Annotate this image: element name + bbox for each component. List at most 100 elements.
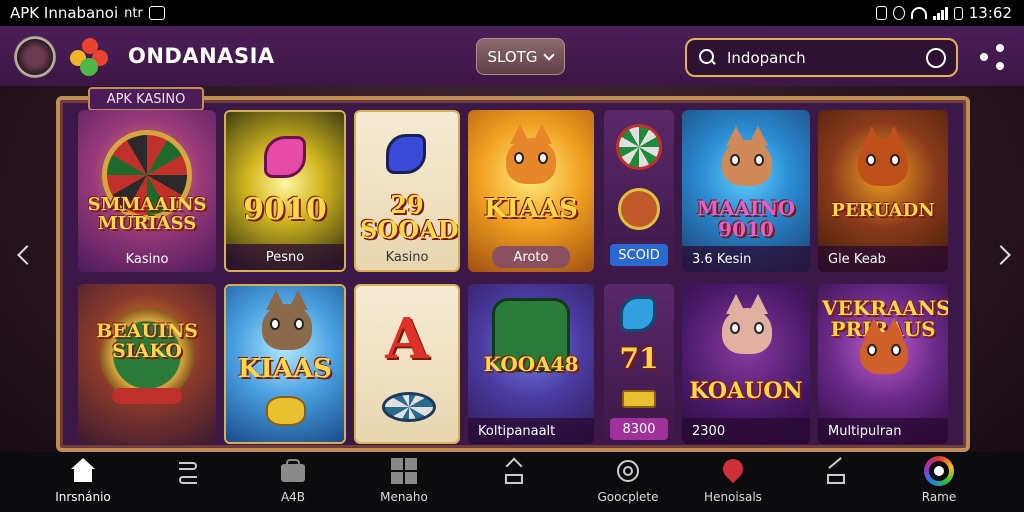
nav-forward[interactable] [781,452,891,512]
nav-home[interactable]: Inrsnánio [28,452,138,512]
frame-tab-label: APK KASINO [88,87,204,111]
grid-icon [391,458,417,484]
status-extra: ntr [124,5,143,21]
emblem-ribbon [112,388,182,404]
alarm-icon [892,6,905,20]
raccoon-mascot-icon [262,290,312,350]
nav-favorites[interactable]: Henoisals [678,452,788,512]
status-bar-right: 13:62 [875,4,1012,22]
share-up-icon [501,457,527,484]
game-tile[interactable]: VEKRAANS PRIRAUS Multipulran [818,284,948,444]
status-bar: APK Innabanoi ntr 13:62 [0,0,1024,26]
nav-menu[interactable]: Menaho [349,452,459,512]
search-icon [699,48,717,67]
fox-mascot-icon [722,294,772,354]
poker-chip-icon [382,392,436,422]
fox-mascot-icon [860,318,908,374]
app-header: ONDANASIA SLOTG Indopanch [0,26,1024,86]
game-tile[interactable]: KIAAS Aroto [468,110,594,272]
vibrate-icon [875,6,887,20]
game-tile[interactable]: SCOID [604,110,674,272]
battery-icon [953,6,963,20]
game-title: 29 SOOAD [360,190,459,245]
heart-pin-icon [718,454,748,484]
category-dropdown[interactable]: SLOTG [476,38,565,75]
flower-logo-icon [70,38,110,76]
nav-label: Goocplete [597,490,659,504]
share-icon[interactable] [978,44,1006,70]
game-caption: Aroto [492,246,570,268]
nav-profile[interactable]: Rame [884,452,994,512]
game-tile[interactable]: KOOA48 Koltipanaalt [468,284,594,444]
game-caption: 8300 [610,418,668,440]
status-app-name: APK Innabanoi [10,4,119,22]
phone-icon [620,296,656,332]
game-tile[interactable]: A [354,284,460,444]
search-input[interactable]: Indopanch [685,38,958,77]
category-dropdown-label: SLOTG [487,47,538,66]
game-caption: Kasino [125,251,169,267]
game-caption: 3.6 Kesin [682,246,810,272]
nav-chat[interactable]: Goocplete [573,452,683,512]
game-title: KOAUON [689,378,803,404]
nav-share[interactable] [459,452,569,512]
signal-icon [932,6,948,20]
game-tile[interactable]: MAAINO 9010 3.6 Kesin [682,110,810,272]
game-title: MAAINO 9010 [696,196,796,241]
game-caption: Gle Keab [818,246,948,272]
search-value: Indopanch [727,48,806,67]
game-caption: Koltipanaalt [468,418,594,444]
game-tile[interactable]: 9010 Pesno [224,110,346,272]
carousel-prev-icon[interactable] [17,245,37,265]
game-title: 71 [619,342,659,375]
casino-badge-icon[interactable] [14,36,56,78]
phone-icon [386,134,426,174]
game-tile[interactable]: 71 8300 [604,284,674,444]
game-caption: Kasino [385,249,429,265]
wifi-icon [910,7,927,19]
nav-swap[interactable] [133,452,243,512]
game-tile[interactable]: PERUADN Gle Keab [818,110,948,272]
nav-label: A4B [280,490,306,504]
game-title: KIAAS [238,354,332,384]
gallery-notification-icon [148,6,165,20]
game-title: SMMAAINS MURIASS [87,194,207,234]
nav-wallet[interactable]: A4B [238,452,348,512]
bottom-nav: Inrsnánio A4B Menaho Goocplete Henoisals… [0,452,1024,512]
game-tile[interactable]: KIAAS [224,284,346,444]
game-tile[interactable]: 29 SOOAD Kasino [354,110,460,272]
game-title: A [385,306,429,372]
wallet-icon [280,458,306,484]
status-time: 13:62 [968,4,1012,22]
game-caption: 2300 [682,418,810,444]
nav-label: Henoisals [704,490,762,504]
phone-icon [264,136,306,178]
game-tile[interactable]: SMMAAINS MURIASS Kasino [78,110,216,272]
game-tile[interactable]: BEAUINS SIAKO [78,284,216,444]
game-caption: Multipulran [818,418,948,444]
gold-coins-icon [266,396,306,426]
game-tile[interactable]: KOAUON 2300 [682,284,810,444]
poker-chip-icon [616,124,662,170]
game-title: BEAUINS SIAKO [96,320,198,362]
status-bar-left: APK Innabanoi ntr [10,4,165,22]
game-title: PERUADN [831,200,935,221]
fox-mascot-icon [722,126,772,186]
forward-icon [823,457,849,484]
home-icon [70,458,96,484]
cat-mascot-icon [506,124,556,184]
game-title: KIAAS [484,194,578,224]
game-caption: SCOID [610,244,668,266]
carousel-next-icon[interactable] [991,245,1011,265]
profile-ring-icon [924,456,954,486]
brand-name: ONDANASIA [128,44,275,68]
game-title: 9010 [243,192,327,227]
chat-icon [615,458,641,484]
gold-bar-icon [622,390,656,408]
voice-search-icon[interactable] [926,48,946,68]
fox-mascot-icon [858,126,908,186]
nav-label: Rame [921,490,957,504]
app-screen: APK Innabanoi ntr 13:62 ONDANASIA SLOTG [0,0,1024,512]
chevron-down-icon [543,48,556,61]
swap-arrows-icon [175,458,201,484]
